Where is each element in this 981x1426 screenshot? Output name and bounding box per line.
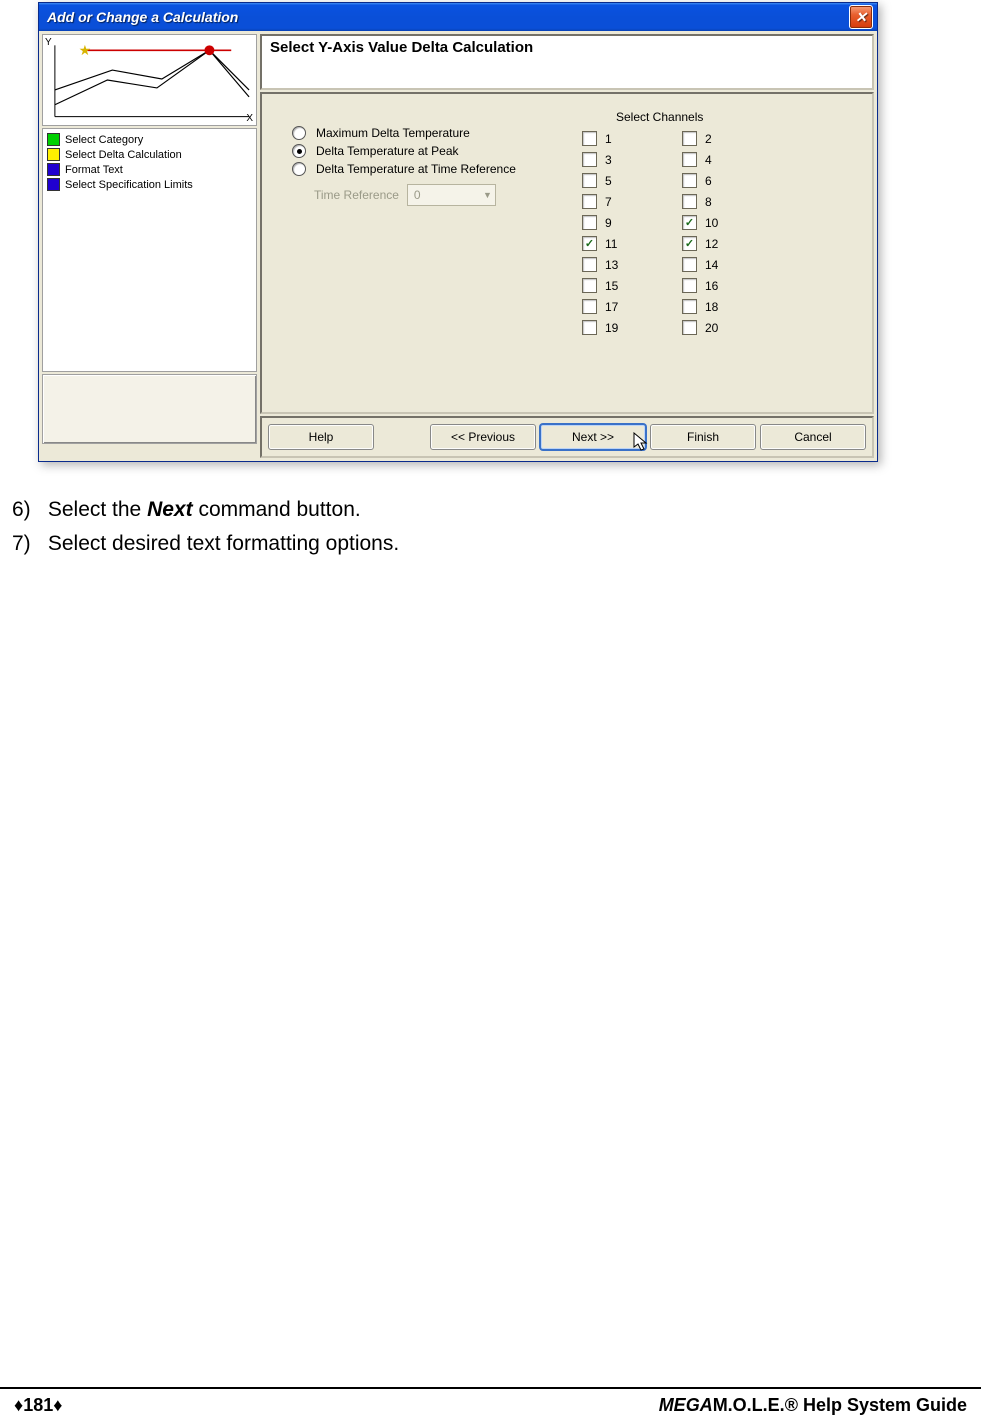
channel-checkbox-8[interactable]: 8 [682,194,782,209]
checkbox-icon [582,215,597,230]
channel-checkbox-12[interactable]: ✓12 [682,236,782,251]
checkbox-icon [682,278,697,293]
titlebar: Add or Change a Calculation ✕ [39,3,877,31]
square-icon [47,163,60,176]
cancel-button[interactable]: Cancel [760,424,866,450]
legend-item: Select Category [47,133,252,146]
channel-checkbox-11[interactable]: ✓11 [582,236,682,251]
step-header: Select Y-Axis Value Delta Calculation [260,34,874,90]
step-number: 6) [12,498,42,522]
checkbox-icon [682,194,697,209]
legend-item: Select Delta Calculation [47,148,252,161]
square-icon [47,133,60,146]
channel-checkbox-10[interactable]: ✓10 [682,215,782,230]
previous-button[interactable]: << Previous [430,424,536,450]
next-button[interactable]: Next >> [540,424,646,450]
channel-checkbox-3[interactable]: 3 [582,152,682,167]
channel-checkbox-1[interactable]: 1 [582,131,682,146]
checkbox-icon [682,152,697,167]
svg-text:★: ★ [79,42,91,58]
close-icon[interactable]: ✕ [849,5,873,29]
step-number: 7) [12,532,42,556]
legend-item: Select Specification Limits [47,178,252,191]
channel-checkbox-19[interactable]: 19 [582,320,682,335]
channel-checkbox-5[interactable]: 5 [582,173,682,188]
preview-graph: Y X ★ [42,34,257,126]
radio-icon [292,162,306,176]
wizard-steps-legend: Select Category Select Delta Calculation… [42,128,257,372]
footer-title: MEGAM.O.L.E.® Help System Guide [659,1395,967,1416]
y-axis-label: Y [45,37,52,48]
channel-checkbox-6[interactable]: 6 [682,173,782,188]
help-button[interactable]: Help [268,424,374,450]
channel-checkbox-17[interactable]: 17 [582,299,682,314]
wizard-buttons: Help << Previous Next >> Finish Cancel [260,416,874,458]
memo-panel [42,374,257,444]
cursor-icon [633,432,649,457]
checkbox-icon [682,320,697,335]
checkbox-icon: ✓ [582,236,597,251]
checkbox-icon: ✓ [682,236,697,251]
checkbox-icon [682,257,697,272]
checkbox-icon [582,173,597,188]
window-title: Add or Change a Calculation [47,9,849,25]
time-reference-combo[interactable]: 0 ▼ [407,184,496,206]
channel-checkbox-14[interactable]: 14 [682,257,782,272]
checkbox-icon [582,320,597,335]
channel-checkbox-16[interactable]: 16 [682,278,782,293]
square-icon [47,178,60,191]
channel-checkbox-7[interactable]: 7 [582,194,682,209]
checkbox-icon: ✓ [682,215,697,230]
checkbox-icon [682,173,697,188]
channels-panel: Select Channels 123456789✓10✓11✓12131415… [582,110,782,335]
checkbox-icon [582,152,597,167]
channel-checkbox-20[interactable]: 20 [682,320,782,335]
instruction-text: 6) Select the Next command button. 7) Se… [12,498,981,556]
square-icon [47,148,60,161]
dialog-screenshot: Add or Change a Calculation ✕ Y X [38,2,878,462]
radio-icon [292,126,306,140]
channel-checkbox-2[interactable]: 2 [682,131,782,146]
finish-button[interactable]: Finish [650,424,756,450]
checkbox-icon [582,131,597,146]
channel-checkbox-15[interactable]: 15 [582,278,682,293]
checkbox-icon [682,299,697,314]
page-footer: 181 MEGAM.O.L.E.® Help System Guide [0,1387,981,1416]
checkbox-icon [582,299,597,314]
radio-icon [292,144,306,158]
channel-checkbox-4[interactable]: 4 [682,152,782,167]
chevron-down-icon: ▼ [483,190,492,200]
checkbox-icon [582,257,597,272]
channel-checkbox-18[interactable]: 18 [682,299,782,314]
channel-checkbox-13[interactable]: 13 [582,257,682,272]
checkbox-icon [582,194,597,209]
step-content: Maximum Delta Temperature Delta Temperat… [260,92,874,414]
checkbox-icon [582,278,597,293]
channels-heading: Select Channels [616,110,782,124]
x-axis-label: X [246,113,253,124]
checkbox-icon [682,131,697,146]
page-number: 181 [14,1395,62,1416]
legend-item: Format Text [47,163,252,176]
channel-checkbox-9[interactable]: 9 [582,215,682,230]
